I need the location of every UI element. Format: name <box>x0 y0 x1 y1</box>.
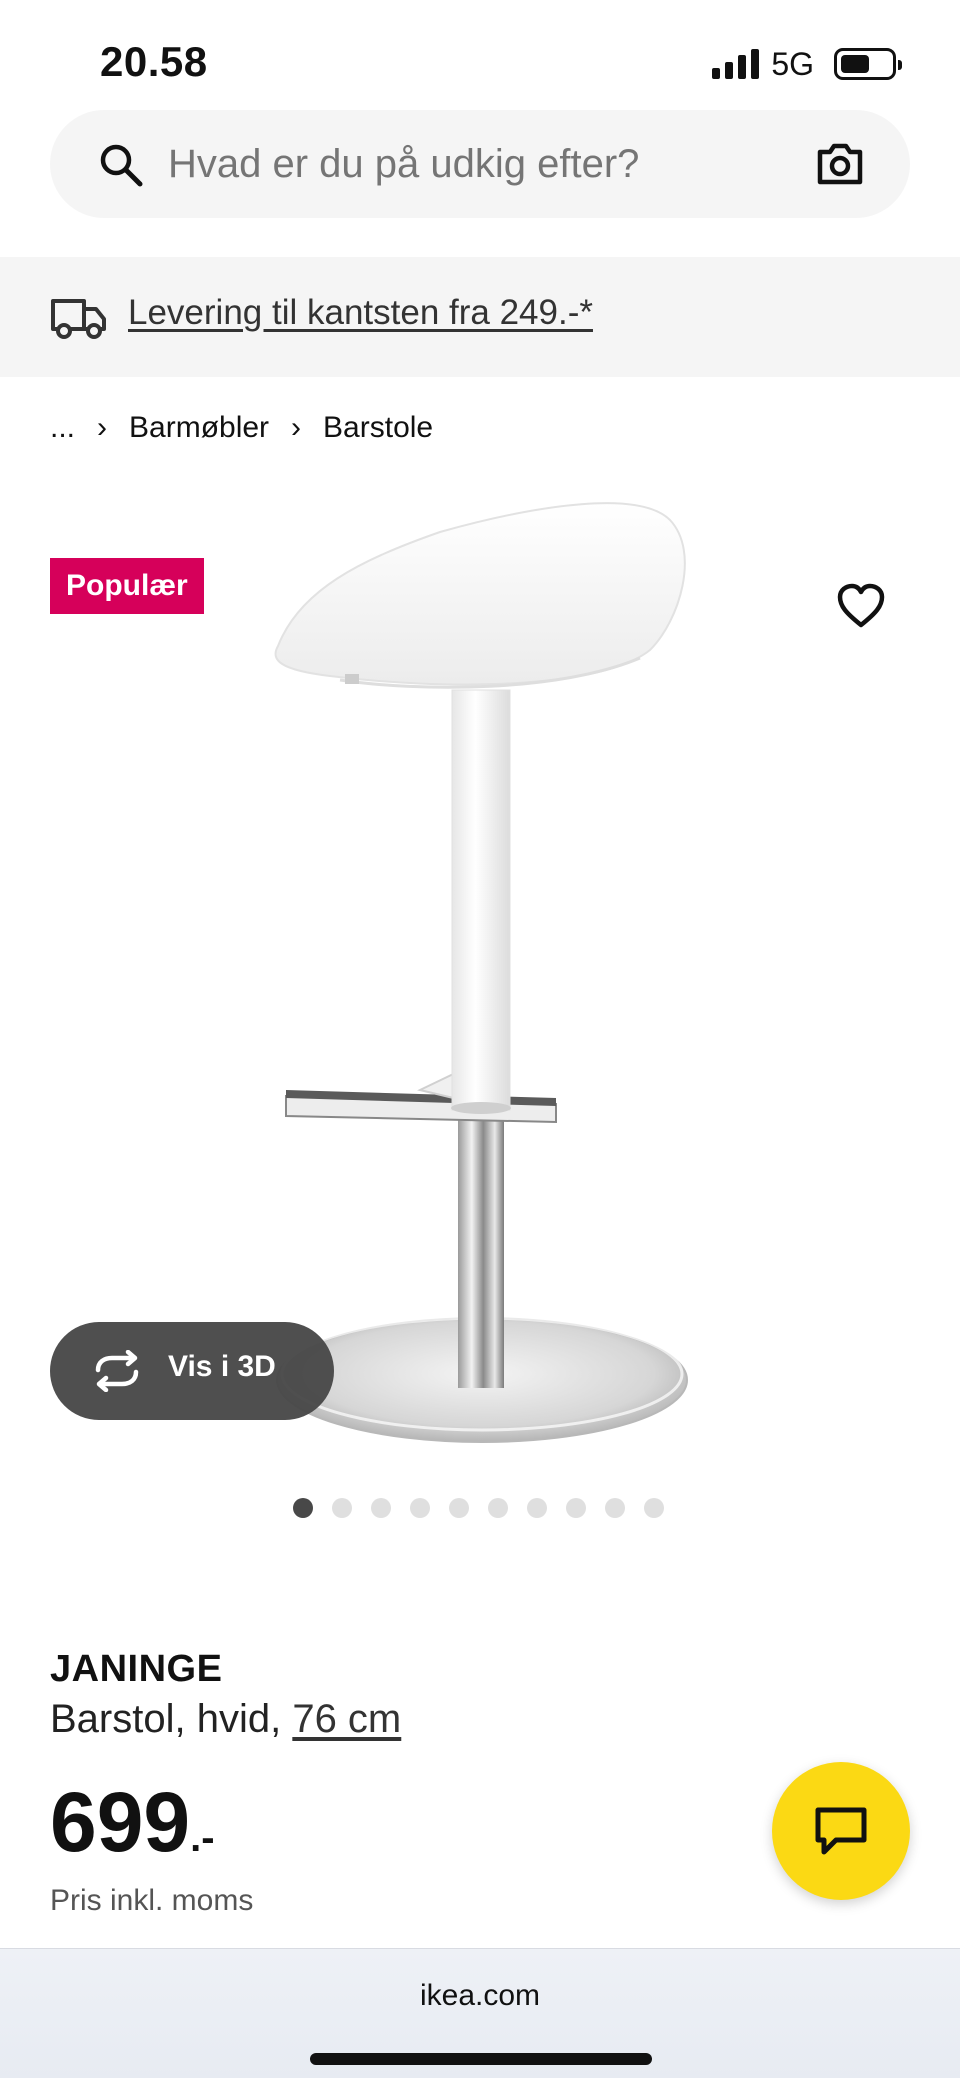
chevron-right-icon: › <box>97 411 108 444</box>
battery-icon <box>834 48 902 80</box>
truck-icon <box>51 299 106 339</box>
network-type: 5G <box>771 45 814 82</box>
price-integer: 699 <box>50 1775 191 1869</box>
camera-icon[interactable] <box>814 140 866 188</box>
search-input[interactable] <box>168 110 768 218</box>
carousel-dot[interactable] <box>293 1498 313 1518</box>
product-description: Barstol, hvid, 76 cm <box>50 1697 401 1742</box>
delivery-link[interactable]: Levering til kantsten fra 249.-* <box>128 293 593 333</box>
carousel-dots[interactable] <box>293 1498 664 1518</box>
popular-badge: Populær <box>50 558 204 614</box>
price-suffix: .- <box>190 1816 215 1860</box>
signal-icon <box>712 49 760 79</box>
carousel-dot[interactable] <box>527 1498 547 1518</box>
view-3d-label: Vis i 3D <box>168 1350 276 1383</box>
search-icon[interactable] <box>96 140 146 190</box>
price: 699 .- <box>50 1780 215 1864</box>
size-link[interactable]: 76 cm <box>292 1697 401 1741</box>
breadcrumb-more[interactable]: ... <box>50 411 75 445</box>
carousel-dot[interactable] <box>332 1498 352 1518</box>
view-3d-button[interactable]: Vis i 3D <box>50 1322 334 1420</box>
carousel-dot[interactable] <box>449 1498 469 1518</box>
product-image[interactable] <box>0 470 960 1470</box>
browser-bar: ikea.com <box>0 1948 960 2078</box>
carousel-dot[interactable] <box>371 1498 391 1518</box>
delivery-banner[interactable]: Levering til kantsten fra 249.-* <box>0 257 960 377</box>
home-indicator[interactable] <box>310 2053 652 2065</box>
chat-button[interactable] <box>772 1762 910 1900</box>
status-indicators: 5G <box>712 44 902 84</box>
breadcrumb: ... › Barmøbler › Barstole <box>50 408 433 448</box>
carousel-dot[interactable] <box>644 1498 664 1518</box>
url-field[interactable]: ikea.com <box>0 1979 960 2013</box>
breadcrumb-item-barmobler[interactable]: Barmøbler <box>129 411 269 445</box>
heart-icon[interactable] <box>836 582 886 632</box>
rotate-3d-icon <box>95 1350 139 1392</box>
chevron-right-icon: › <box>291 411 302 444</box>
product-name: JANINGE <box>50 1648 223 1690</box>
carousel-dot[interactable] <box>566 1498 586 1518</box>
carousel-dot[interactable] <box>410 1498 430 1518</box>
search-bar[interactable] <box>50 110 910 218</box>
carousel-dot[interactable] <box>605 1498 625 1518</box>
status-bar: 20.58 5G <box>0 0 960 120</box>
product-type: Barstol, hvid, <box>50 1697 293 1741</box>
breadcrumb-item-barstole[interactable]: Barstole <box>323 411 433 445</box>
carousel-dot[interactable] <box>488 1498 508 1518</box>
chat-icon <box>815 1807 867 1855</box>
status-time: 20.58 <box>100 38 208 85</box>
price-note: Pris inkl. moms <box>50 1884 254 1917</box>
